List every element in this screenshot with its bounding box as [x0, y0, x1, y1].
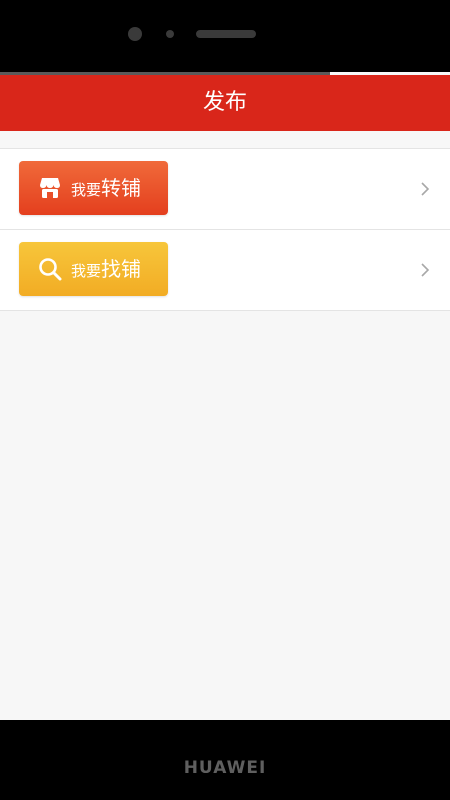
chevron-right-icon	[421, 263, 430, 277]
front-camera	[128, 27, 142, 41]
chevron-right-icon	[421, 182, 430, 196]
option-prefix: 我要	[71, 262, 102, 280]
nav-header: 发布	[0, 75, 450, 131]
option-label: 转铺	[101, 176, 142, 200]
proximity-sensor	[166, 30, 174, 38]
app-screen: 发布 我要转铺 我要找铺	[0, 72, 450, 720]
phone-bezel-bottom: HUAWEI	[0, 720, 450, 800]
search-icon	[39, 258, 62, 281]
transfer-shop-row[interactable]: 我要转铺	[0, 149, 450, 229]
option-prefix: 我要	[71, 181, 102, 199]
page-title: 发布	[202, 90, 247, 115]
phone-bezel-top	[0, 0, 450, 72]
publish-options-list: 我要转铺 我要找铺	[0, 148, 450, 311]
shop-icon	[40, 178, 60, 198]
find-shop-row[interactable]: 我要找铺	[0, 229, 450, 310]
option-label: 找铺	[101, 257, 142, 281]
find-shop-button[interactable]: 我要找铺	[19, 242, 168, 296]
earpiece-speaker	[196, 30, 256, 38]
device-brand-logo: HUAWEI	[183, 758, 267, 778]
transfer-shop-button[interactable]: 我要转铺	[19, 161, 168, 215]
